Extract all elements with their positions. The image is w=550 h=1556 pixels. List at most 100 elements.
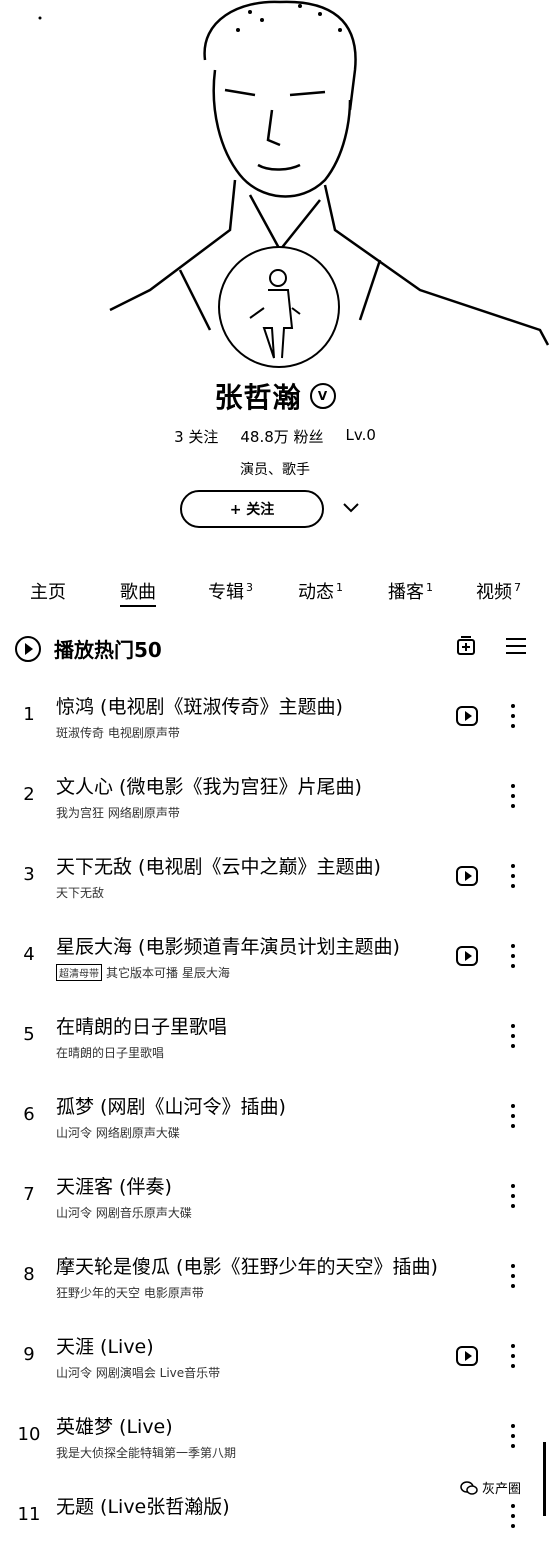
mv-play-icon[interactable] <box>456 1346 478 1366</box>
song-subtitle: 天下无敌 <box>56 886 105 900</box>
tab-count: 1 <box>426 581 433 594</box>
artist-bio: 演员、歌手 <box>240 462 310 478</box>
section-title[interactable]: 播放热门50 <box>54 634 162 663</box>
mv-play-icon[interactable] <box>456 706 478 726</box>
song-row[interactable]: 5 在晴朗的日子里歌唱 在晴朗的日子里歌唱 <box>0 996 550 1076</box>
song-row[interactable]: 6 孤梦 (网剧《山河令》插曲) 山河令 网络剧原声大碟 <box>0 1076 550 1156</box>
watermark-text: 灰产圈 <box>482 1482 522 1497</box>
song-title[interactable]: 文人心 (微电影《我为宫狂》片尾曲) <box>56 772 442 799</box>
song-row[interactable]: 10 英雄梦 (Live) 我是大侦探全能特辑第一季第八期 <box>0 1396 550 1476</box>
song-title[interactable]: 惊鸿 (电视剧《斑淑传奇》主题曲) <box>56 692 442 719</box>
play-all-icon[interactable] <box>15 636 41 662</box>
song-title[interactable]: 在晴朗的日子里歌唱 <box>56 1012 442 1039</box>
song-subtitle-row: 超清母带 其它版本可播 星辰大海 <box>56 964 442 981</box>
menu-icon[interactable] <box>505 636 527 656</box>
section-header: 播放热门50 <box>0 632 550 666</box>
tab-label: 歌曲 <box>120 582 156 607</box>
tab-home[interactable]: 主页 <box>30 578 66 604</box>
song-index: 6 <box>23 1104 35 1125</box>
song-index: 9 <box>23 1344 35 1365</box>
song-index: 7 <box>23 1184 35 1205</box>
chevron-down-icon[interactable] <box>340 496 362 518</box>
song-title[interactable]: 英雄梦 (Live) <box>56 1412 442 1439</box>
more-options-icon[interactable] <box>508 1424 518 1448</box>
song-index: 5 <box>23 1024 35 1045</box>
follow-button[interactable]: + 关注 <box>180 490 324 528</box>
song-row[interactable]: 3 天下无敌 (电视剧《云中之巅》主题曲) 天下无敌 <box>0 836 550 916</box>
tab-podcast[interactable]: 播客 1 <box>388 578 433 604</box>
song-subtitle: 其它版本可播 星辰大海 <box>106 966 230 980</box>
song-row[interactable]: 2 文人心 (微电影《我为宫狂》片尾曲) 我为宫狂 网络剧原声带 <box>0 756 550 836</box>
song-title[interactable]: 无题 (Live张哲瀚版) <box>56 1492 442 1519</box>
more-options-icon[interactable] <box>508 784 518 808</box>
song-row[interactable]: 4 星辰大海 (电影频道青年演员计划主题曲) 超清母带 其它版本可播 星辰大海 <box>0 916 550 996</box>
tab-label: 视频 <box>476 582 512 603</box>
tab-label: 主页 <box>30 582 66 603</box>
song-title[interactable]: 天涯 (Live) <box>56 1332 442 1359</box>
follow-row: + 关注 <box>0 490 550 530</box>
song-index: 10 <box>17 1424 41 1445</box>
mv-play-icon[interactable] <box>456 946 478 966</box>
following-count[interactable]: 3 关注 <box>174 426 218 447</box>
tab-songs[interactable]: 歌曲 <box>120 578 156 607</box>
artist-name: 张哲瀚 <box>214 381 302 414</box>
song-subtitle: 我是大侦探全能特辑第一季第八期 <box>56 1446 237 1460</box>
song-index: 3 <box>23 864 35 885</box>
tab-count: 1 <box>336 581 343 594</box>
song-row[interactable]: 8 摩天轮是傻瓜 (电影《狂野少年的天空》插曲) 狂野少年的天空 电影原声带 <box>0 1236 550 1316</box>
song-title[interactable]: 天下无敌 (电视剧《云中之巅》主题曲) <box>56 852 442 879</box>
tab-videos[interactable]: 视频 7 <box>476 578 521 604</box>
tab-label: 动态 <box>298 582 334 603</box>
song-row[interactable]: 9 天涯 (Live) 山河令 网剧演唱会 Live音乐带 <box>0 1316 550 1396</box>
verified-icon: V <box>309 383 336 409</box>
song-row[interactable]: 1 惊鸿 (电视剧《斑淑传奇》主题曲) 斑淑传奇 电视剧原声带 <box>0 676 550 756</box>
song-subtitle: 斑淑传奇 电视剧原声带 <box>56 726 180 740</box>
level-badge: Lv.0 <box>345 426 376 444</box>
song-subtitle: 山河令 网络剧原声大碟 <box>56 1126 180 1140</box>
more-options-icon[interactable] <box>508 1024 518 1048</box>
song-list: 1 惊鸿 (电视剧《斑淑传奇》主题曲) 斑淑传奇 电视剧原声带 2 文人心 (微电影《我… <box>0 676 550 1556</box>
song-subtitle: 山河令 网剧音乐原声大碟 <box>56 1206 192 1220</box>
song-index: 4 <box>23 944 35 965</box>
song-title[interactable]: 星辰大海 (电影频道青年演员计划主题曲) <box>56 932 442 959</box>
tab-label: 专辑 <box>208 582 244 603</box>
tab-activity[interactable]: 动态 1 <box>298 578 343 604</box>
more-options-icon[interactable] <box>508 1184 518 1208</box>
song-subtitle: 我为宫狂 网络剧原声带 <box>56 806 180 820</box>
song-subtitle: 在晴朗的日子里歌唱 <box>56 1046 165 1060</box>
watermark: 灰产圈 <box>460 1478 521 1497</box>
more-options-icon[interactable] <box>508 1344 518 1368</box>
scrollbar[interactable] <box>543 1442 546 1516</box>
song-subtitle: 山河令 网剧演唱会 Live音乐带 <box>56 1366 221 1380</box>
profile-banner <box>0 0 550 372</box>
mv-play-icon[interactable] <box>456 866 478 886</box>
song-index: 11 <box>17 1504 41 1525</box>
wechat-icon <box>460 1480 478 1495</box>
more-options-icon[interactable] <box>508 704 518 728</box>
more-options-icon[interactable] <box>508 1104 518 1128</box>
profile-info: 张哲瀚 V 3 关注 48.8万 粉丝 Lv.0 演员、歌手 <box>0 376 550 479</box>
tab-albums[interactable]: 专辑 3 <box>208 578 253 604</box>
tab-bar: 主页 歌曲 专辑 3 动态 1 播客 1 视频 7 <box>0 578 550 608</box>
tab-count: 7 <box>514 581 521 594</box>
tab-label: 播客 <box>388 582 424 603</box>
more-options-icon[interactable] <box>508 864 518 888</box>
song-title[interactable]: 天涯客 (伴奏) <box>56 1172 442 1199</box>
song-subtitle: 狂野少年的天空 电影原声带 <box>56 1286 204 1300</box>
song-title[interactable]: 摩天轮是傻瓜 (电影《狂野少年的天空》插曲) <box>56 1252 442 1279</box>
profile-stats: 3 关注 48.8万 粉丝 Lv.0 <box>0 426 550 447</box>
more-options-icon[interactable] <box>508 1264 518 1288</box>
song-index: 1 <box>23 704 35 725</box>
song-index: 2 <box>23 784 35 805</box>
song-index: 8 <box>23 1264 35 1285</box>
tab-count: 3 <box>246 581 253 594</box>
avatar-figure-icon <box>249 269 301 359</box>
song-row[interactable]: 7 天涯客 (伴奏) 山河令 网剧音乐原声大碟 <box>0 1156 550 1236</box>
song-title[interactable]: 孤梦 (网剧《山河令》插曲) <box>56 1092 442 1119</box>
add-to-list-icon[interactable] <box>456 636 476 656</box>
avatar[interactable] <box>218 246 340 368</box>
more-options-icon[interactable] <box>508 944 518 968</box>
quality-badge: 超清母带 <box>56 964 102 981</box>
more-options-icon[interactable] <box>508 1504 518 1528</box>
fans-count[interactable]: 48.8万 粉丝 <box>240 426 323 447</box>
